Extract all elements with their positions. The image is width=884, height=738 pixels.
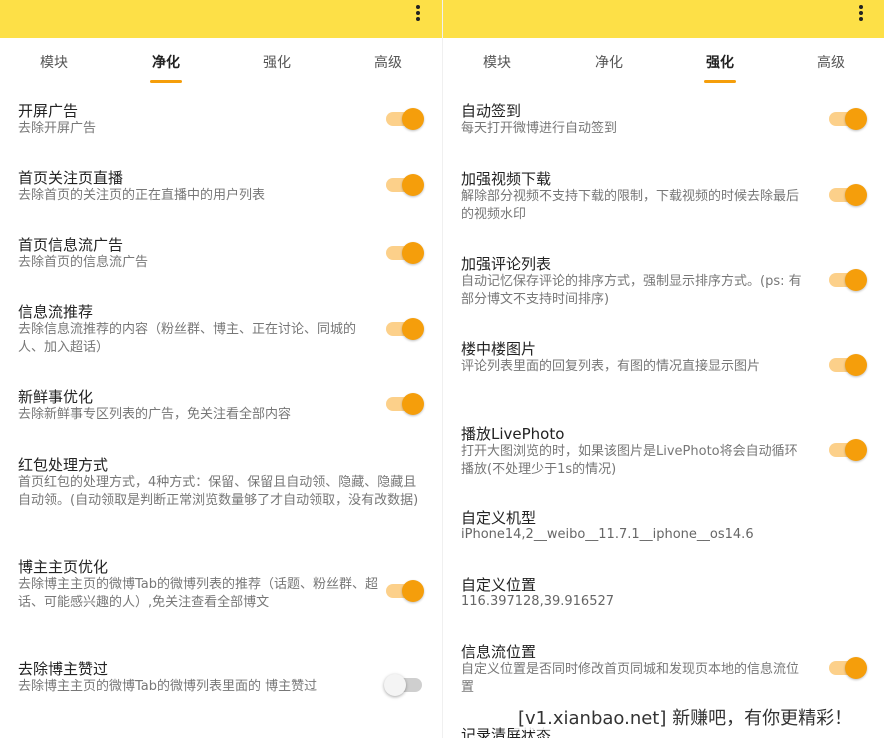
toggle-switch[interactable] — [829, 269, 867, 291]
active-tab-indicator — [704, 80, 736, 83]
setting-title: 加强视频下载 — [461, 170, 552, 188]
more-vert-icon[interactable] — [851, 3, 871, 23]
site-watermark: [v1.xianbao.net] 新赚吧，有你更精彩！ — [514, 704, 857, 730]
setting-item[interactable]: 播放LivePhoto 打开大图浏览的时，如果该图片是LivePhoto将会自动… — [443, 423, 884, 499]
tab-enhance[interactable]: 强化 — [680, 52, 760, 72]
setting-item[interactable]: 去除博主赞过 去除博主主页的微博Tab的微博列表里面的 博主赞过 — [0, 658, 442, 718]
setting-item[interactable]: 自动签到 每天打开微博进行自动签到 — [443, 100, 884, 158]
switch-thumb — [845, 184, 867, 206]
setting-title: 首页信息流广告 — [18, 236, 124, 254]
toggle-switch[interactable] — [384, 674, 422, 696]
setting-description: 去除信息流推荐的内容（粉丝群、博主、正在讨论、同城的人、加入超话） — [18, 322, 357, 355]
tab-advanced[interactable]: 高级 — [791, 52, 871, 72]
setting-title: 信息流推荐 — [18, 303, 94, 321]
setting-title: 博主主页优化 — [18, 558, 109, 576]
setting-title: 信息流位置 — [461, 643, 537, 661]
tab-bar: 模块 净化 强化 高级 — [0, 38, 442, 88]
setting-item[interactable]: 自定义机型 iPhone14,2__weibo__11.7.1__iphone_… — [443, 507, 884, 553]
setting-description: 去除博主主页的微博Tab的微博列表里面的 博主赞过 — [18, 679, 318, 694]
toggle-switch[interactable] — [829, 657, 867, 679]
setting-item[interactable]: 自定义位置 116.397128,39.916527 — [443, 574, 884, 620]
toggle-switch[interactable] — [386, 318, 424, 340]
setting-description: 评论列表里面的回复列表，有图的情况直接显示图片 — [461, 359, 761, 374]
left-screen: 模块 净化 强化 高级 开屏广告 去除开屏广告 首页关注页直播 去除首页的关注页… — [0, 0, 442, 738]
toggle-switch[interactable] — [829, 439, 867, 461]
setting-title: 播放LivePhoto — [461, 425, 565, 443]
setting-description: 解除部分视频不支持下载的限制，下载视频的时候去除最后的视频水印 — [461, 189, 800, 222]
setting-item[interactable]: 信息流位置 自定义位置是否同时修改首页同城和发现页本地的信息流位置 — [443, 641, 884, 701]
toggle-switch[interactable] — [386, 174, 424, 196]
switch-thumb — [845, 354, 867, 376]
setting-item[interactable]: 红包处理方式 首页红包的处理方式，4种方式：保留、保留且自动领、隐藏、隐藏且自动… — [0, 454, 442, 544]
tab-modules[interactable]: 模块 — [14, 52, 94, 72]
setting-description: 去除首页的信息流广告 — [18, 255, 149, 270]
toggle-switch[interactable] — [386, 393, 424, 415]
setting-title: 去除博主赞过 — [18, 660, 109, 678]
setting-value: 116.397128,39.916527 — [461, 594, 615, 609]
setting-item[interactable]: 新鲜事优化 去除新鲜事专区列表的广告，免关注看全部内容 — [0, 386, 442, 444]
setting-item[interactable]: 开屏广告 去除开屏广告 — [0, 100, 442, 158]
switch-thumb — [402, 174, 424, 196]
toggle-switch[interactable] — [829, 354, 867, 376]
setting-title: 楼中楼图片 — [461, 340, 537, 358]
tab-purify[interactable]: 净化 — [126, 52, 206, 72]
toggle-switch[interactable] — [829, 108, 867, 130]
switch-thumb — [845, 269, 867, 291]
tab-modules[interactable]: 模块 — [457, 52, 537, 72]
setting-title: 自定义位置 — [461, 576, 537, 594]
switch-thumb — [384, 674, 406, 696]
setting-title: 红包处理方式 — [18, 456, 109, 474]
setting-description: 去除新鲜事专区列表的广告，免关注看全部内容 — [18, 407, 292, 422]
tab-bar: 模块 净化 强化 高级 — [443, 38, 884, 88]
switch-thumb — [402, 393, 424, 415]
setting-description: 去除博主主页的微博Tab的微博列表的推荐（话题、粉丝群、超话、可能感兴趣的人）,… — [18, 577, 379, 610]
setting-description: 首页红包的处理方式，4种方式：保留、保留且自动领、隐藏、隐藏且自动领。(自动领取… — [18, 475, 419, 508]
setting-item[interactable]: 楼中楼图片 评论列表里面的回复列表，有图的情况直接显示图片 — [443, 338, 884, 414]
active-tab-indicator — [150, 80, 182, 83]
toggle-switch[interactable] — [829, 184, 867, 206]
switch-thumb — [845, 657, 867, 679]
setting-title: 首页关注页直播 — [18, 169, 124, 187]
setting-title: 开屏广告 — [18, 102, 79, 120]
setting-value: iPhone14,2__weibo__11.7.1__iphone__os14.… — [461, 527, 754, 542]
setting-title: 加强评论列表 — [461, 255, 552, 273]
setting-item[interactable]: 加强评论列表 自动记忆保存评论的排序方式，强制显示排序方式。(ps: 有部分博文… — [443, 253, 884, 329]
setting-title: 自动签到 — [461, 102, 522, 120]
switch-thumb — [402, 108, 424, 130]
setting-item[interactable]: 首页信息流广告 去除首页的信息流广告 — [0, 234, 442, 292]
setting-description: 自定义位置是否同时修改首页同城和发现页本地的信息流位置 — [461, 662, 800, 695]
more-vert-icon[interactable] — [408, 3, 428, 23]
setting-description: 去除首页的关注页的正在直播中的用户列表 — [18, 188, 266, 203]
app-bar — [443, 0, 884, 38]
tab-advanced[interactable]: 高级 — [348, 52, 428, 72]
switch-thumb — [402, 318, 424, 340]
switch-thumb — [845, 108, 867, 130]
setting-item[interactable]: 加强视频下载 解除部分视频不支持下载的限制，下载视频的时候去除最后的视频水印 — [443, 168, 884, 244]
tab-purify[interactable]: 净化 — [569, 52, 649, 72]
setting-title: 新鲜事优化 — [18, 388, 94, 406]
setting-item[interactable]: 信息流推荐 去除信息流推荐的内容（粉丝群、博主、正在讨论、同城的人、加入超话） — [0, 301, 442, 377]
setting-description: 去除开屏广告 — [18, 121, 97, 136]
tab-enhance[interactable]: 强化 — [237, 52, 317, 72]
switch-thumb — [845, 439, 867, 461]
toggle-switch[interactable] — [386, 242, 424, 264]
setting-item[interactable]: 首页关注页直播 去除首页的关注页的正在直播中的用户列表 — [0, 167, 442, 225]
setting-description: 自动记忆保存评论的排序方式，强制显示排序方式。(ps: 有部分博文不支持时间排序… — [461, 274, 802, 307]
setting-item[interactable]: 博主主页优化 去除博主主页的微博Tab的微博列表的推荐（话题、粉丝群、超话、可能… — [0, 556, 442, 638]
setting-description: 打开大图浏览的时，如果该图片是LivePhoto将会自动循环播放(不处理少于1s… — [461, 444, 798, 477]
app-bar — [0, 0, 442, 38]
switch-thumb — [402, 580, 424, 602]
switch-thumb — [402, 242, 424, 264]
toggle-switch[interactable] — [386, 580, 424, 602]
toggle-switch[interactable] — [386, 108, 424, 130]
right-screen: 模块 净化 强化 高级 自动签到 每天打开微博进行自动签到 加强视频下载 解除部… — [442, 0, 884, 738]
setting-description: 每天打开微博进行自动签到 — [461, 121, 618, 136]
setting-title: 自定义机型 — [461, 509, 537, 527]
